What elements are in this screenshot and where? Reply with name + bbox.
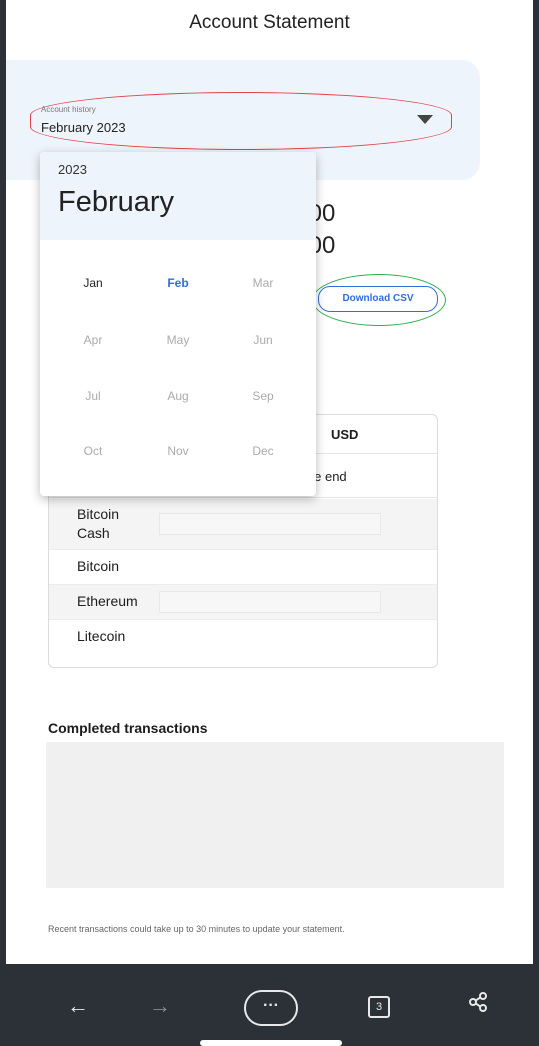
month-feb[interactable]: Feb (133, 276, 223, 290)
table-row: Litecoin (49, 620, 437, 654)
month-sep[interactable]: Sep (218, 389, 308, 403)
dropdown-caret-icon[interactable] (417, 115, 433, 124)
value-placeholder (159, 513, 381, 535)
picker-header: 2023 February (40, 152, 316, 240)
table-row: Bitcoin Cash (49, 499, 437, 550)
picker-year[interactable]: 2023 (58, 162, 87, 177)
account-history-value: February 2023 (41, 120, 126, 135)
browser-toolbar: ← → ··· 3 (0, 964, 539, 1046)
asset-name: Ethereum (77, 593, 138, 609)
tab-count-icon[interactable]: 3 (368, 996, 390, 1018)
value-placeholder (159, 591, 381, 613)
month-aug[interactable]: Aug (133, 389, 223, 403)
month-jun[interactable]: Jun (218, 333, 308, 347)
more-options-button[interactable]: ··· (244, 990, 298, 1026)
month-dec[interactable]: Dec (218, 444, 308, 458)
month-jan[interactable]: Jan (48, 276, 138, 290)
transactions-note: Recent transactions could take up to 30 … (48, 924, 345, 934)
share-glyph (469, 992, 487, 1012)
month-apr[interactable]: Apr (48, 333, 138, 347)
asset-name: Litecoin (77, 628, 126, 644)
download-csv-button[interactable]: Download CSV (318, 286, 438, 312)
transactions-list (46, 742, 504, 888)
table-row: Ethereum (49, 585, 437, 620)
month-may[interactable]: May (133, 333, 223, 347)
back-arrow-icon[interactable]: ← (58, 986, 98, 1026)
asset-name: Bitcoin Cash (77, 506, 120, 541)
page-title: Account Statement (189, 12, 350, 33)
month-picker: 2023 February Jan Feb Mar Apr May Jun Ju… (40, 152, 316, 496)
month-oct[interactable]: Oct (48, 444, 138, 458)
usd-column-header: USD (331, 427, 359, 442)
month-mar[interactable]: Mar (218, 276, 308, 290)
home-indicator[interactable] (200, 1040, 342, 1046)
share-icon[interactable] (458, 986, 498, 1026)
table-row: Bitcoin (49, 550, 437, 585)
app-screen: Account Statement Account history Februa… (6, 0, 533, 964)
asset-name: Bitcoin (77, 558, 120, 574)
picker-selected-month: February (58, 186, 175, 218)
forward-arrow-icon[interactable]: → (140, 986, 180, 1026)
month-nov[interactable]: Nov (133, 444, 223, 458)
month-jul[interactable]: Jul (48, 389, 138, 403)
account-history-select[interactable]: Account history February 2023 (30, 92, 452, 150)
completed-transactions-title: Completed transactions (48, 720, 208, 736)
account-history-label: Account history (41, 105, 96, 114)
